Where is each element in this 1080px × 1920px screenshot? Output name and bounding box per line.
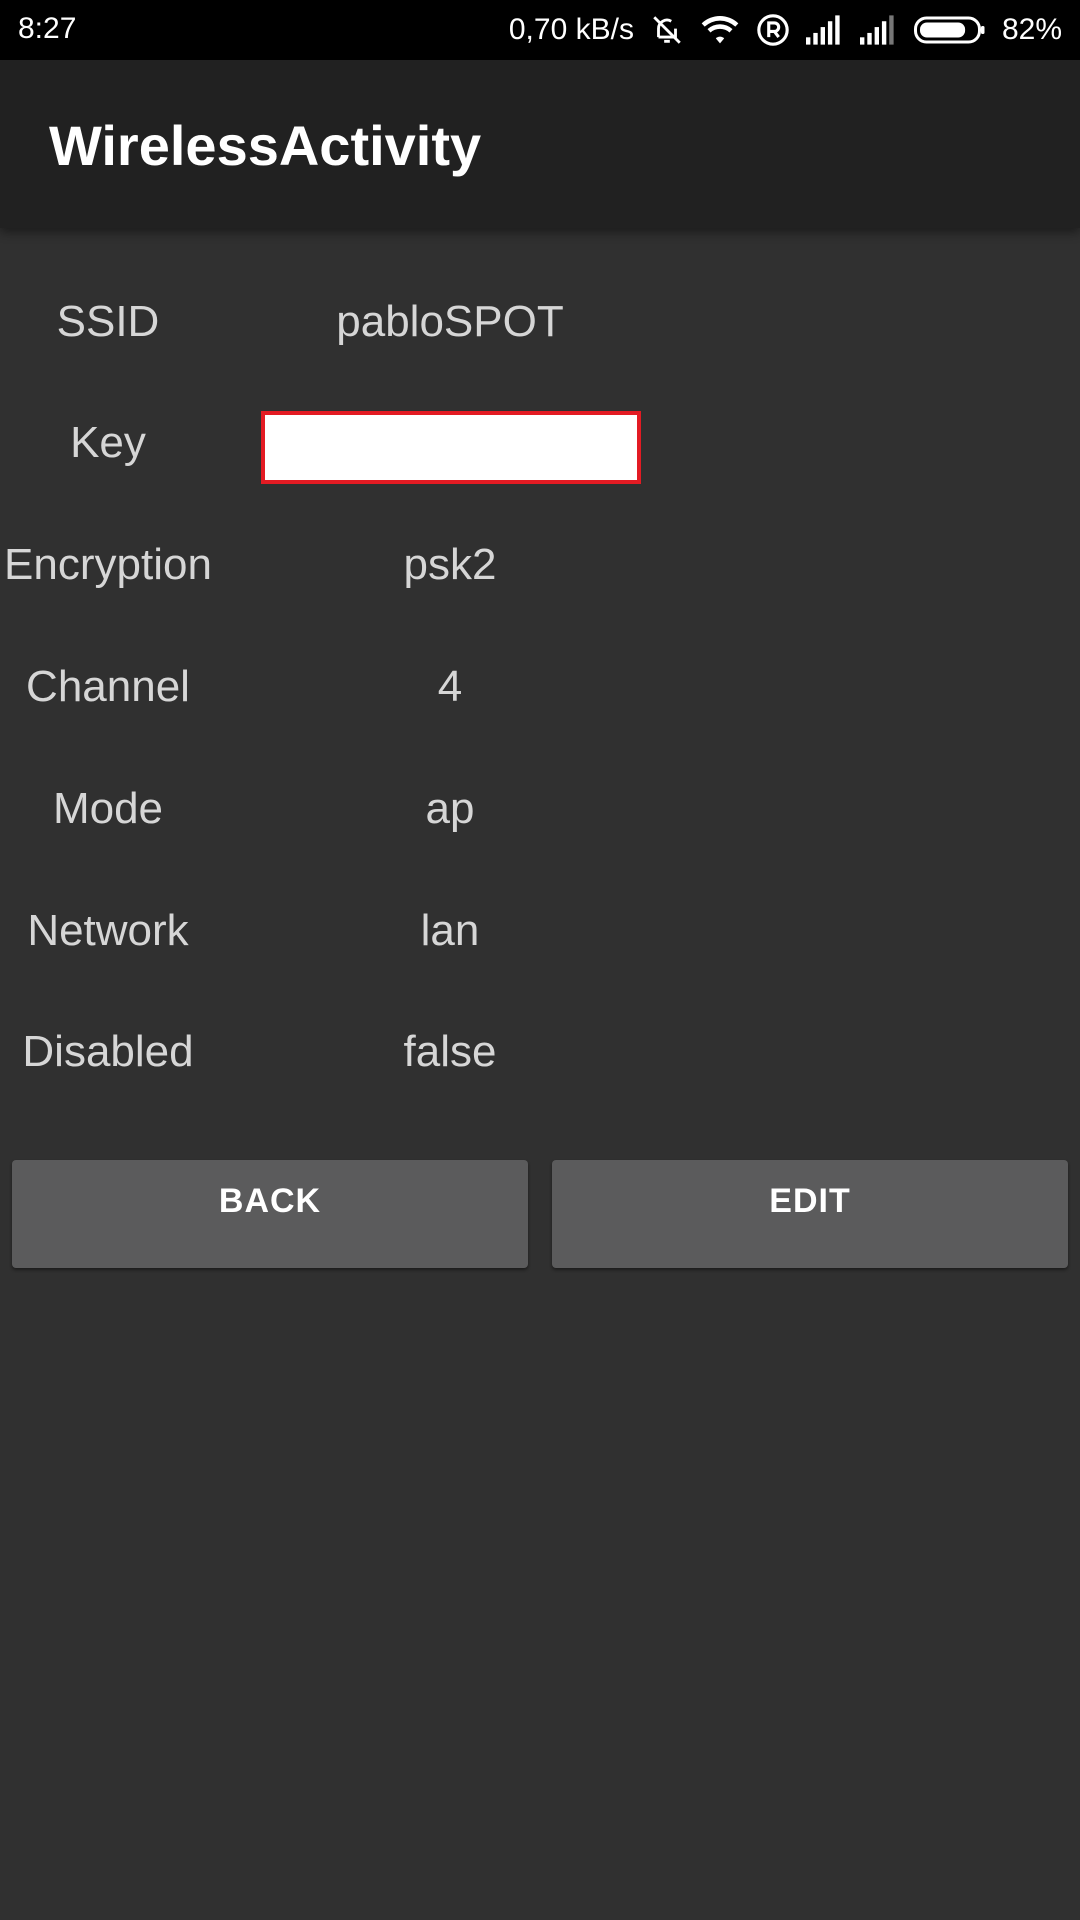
roaming-r-icon [756, 13, 790, 47]
wifi-icon [700, 13, 740, 47]
app-bar: WirelessActivity [0, 60, 1080, 228]
ssid-label: SSID [56, 297, 160, 346]
disabled-label: Disabled [22, 1027, 194, 1076]
battery-icon [913, 15, 986, 45]
status-bar: 8:27 0,70 kB/s 82% [0, 0, 1080, 60]
edit-button[interactable]: EDIT [552, 1160, 1068, 1268]
encryption-label: Encryption [4, 540, 212, 589]
back-button[interactable]: BACK [12, 1160, 528, 1268]
signal-icon [805, 15, 844, 45]
battery-percent: 82% [1001, 13, 1062, 46]
mode-label: Mode [52, 784, 164, 833]
page-title: WirelessActivity [49, 114, 482, 177]
mode-value: ap [425, 784, 475, 833]
network-speed: 0,70 kB/s [508, 13, 634, 46]
channel-label: Channel [26, 662, 190, 711]
channel-value: 4 [437, 662, 463, 711]
status-time: 8:27 [18, 12, 77, 45]
network-value: lan [420, 906, 480, 955]
signal-icon [859, 15, 898, 45]
notifications-off-icon [650, 13, 684, 47]
ssid-value: pabloSPOT [336, 297, 564, 346]
disabled-value: false [403, 1027, 497, 1076]
network-label: Network [27, 906, 189, 955]
encryption-value: psk2 [403, 540, 497, 589]
status-icons: 0,70 kB/s 82% [509, 10, 1062, 50]
key-input[interactable] [261, 411, 641, 484]
key-label: Key [70, 418, 146, 467]
